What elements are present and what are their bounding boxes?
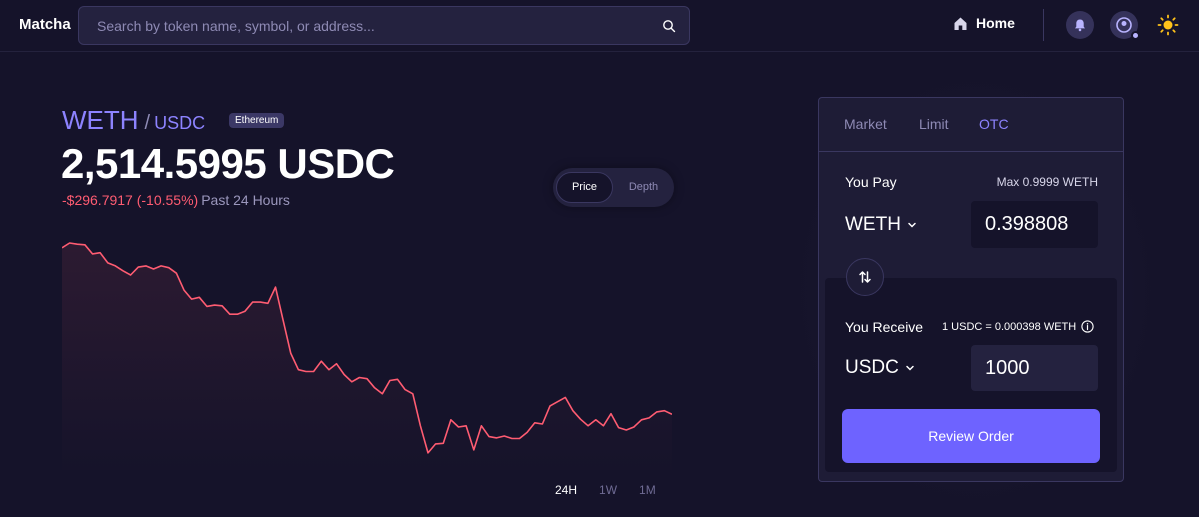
tab-limit[interactable]: Limit [919,116,949,132]
exchange-rate: 1 USDC = 0.000398 WETH [942,320,1094,333]
search-box[interactable] [78,6,690,45]
base-token: WETH [62,105,139,135]
review-order-button[interactable]: Review Order [842,409,1100,463]
chevron-down-icon [908,222,916,228]
price-change-value: -$296.7917 (-10.55%) [62,192,199,208]
home-nav-link[interactable]: Home [953,15,1015,31]
header-divider [1043,9,1044,41]
price-toggle-button[interactable]: Price [556,172,613,203]
swap-direction-button[interactable] [846,258,884,296]
top-bar: Matcha Home [0,0,1199,52]
chart-mode-toggle: Price Depth [553,168,674,207]
sun-icon[interactable] [1157,14,1179,36]
tab-otc[interactable]: OTC [979,116,1009,132]
trade-panel: Market Limit OTC You Pay Max 0.9999 WETH… [818,97,1124,482]
pair-separator: / [144,112,151,134]
tab-market[interactable]: Market [844,116,887,132]
pay-token-select[interactable]: WETH [845,214,917,236]
notifications-button[interactable] [1066,11,1094,39]
chevron-down-icon [906,365,914,371]
search-input[interactable] [79,7,689,44]
bell-icon [1075,19,1085,32]
price-area [62,243,672,475]
timeframe-24h[interactable]: 24H [555,483,577,497]
exchange-rate-text: 1 USDC = 0.000398 WETH [942,320,1077,333]
swap-arrows-icon [859,271,871,283]
receive-token-select[interactable]: USDC [845,357,915,379]
search-icon[interactable] [662,19,676,33]
pay-token-symbol: WETH [845,214,901,235]
quote-token: USDC [154,113,206,133]
chain-badge: Ethereum [229,113,285,128]
depth-toggle-button[interactable]: Depth [616,172,671,203]
receive-token-symbol: USDC [845,357,899,378]
receive-amount-input[interactable] [971,345,1098,391]
price-change-period: Past 24 Hours [201,192,290,208]
price-change: -$296.7917 (-10.55%) Past 24 Hours [62,192,290,208]
matcha-logo[interactable]: Matcha [19,16,71,33]
pair-title: WETH / USDC [62,105,205,136]
timeframe-1w[interactable]: 1W [599,483,617,497]
order-type-tabs: Market Limit OTC [819,98,1123,152]
current-price: 2,514.5995 USDC [61,140,395,187]
timeframe-1m[interactable]: 1M [639,483,656,497]
pay-amount-input[interactable] [971,201,1098,248]
user-icon [1116,17,1132,33]
price-chart [62,242,672,475]
you-pay-label: You Pay [845,174,897,190]
home-label: Home [976,15,1015,31]
status-dot-icon [1131,31,1140,40]
timeframe-selector: 24H 1W 1M [555,483,656,497]
max-balance[interactable]: Max 0.9999 WETH [997,175,1098,189]
account-button[interactable] [1110,11,1140,40]
you-receive-label: You Receive [845,319,924,335]
info-icon[interactable] [1081,320,1094,333]
home-icon [954,17,967,30]
